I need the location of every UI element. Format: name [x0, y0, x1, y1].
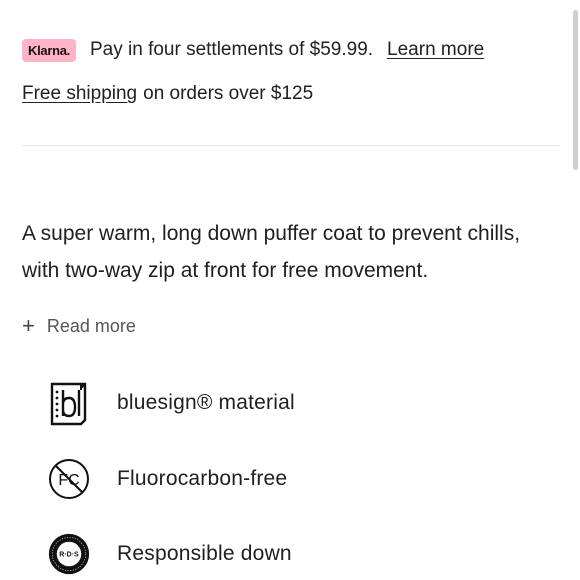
shipping-text: on orders over $125	[143, 83, 314, 104]
responsible-down-icon: R·D·S	[48, 533, 90, 575]
klarna-logo: Klarna.	[22, 38, 76, 62]
feature-label: bluesign® material	[117, 391, 295, 414]
feature-bluesign: bluesign® material	[48, 382, 295, 426]
scrollbar[interactable]	[573, 10, 578, 170]
klarna-row: Klarna. Pay in four settlements of $59.9…	[22, 36, 484, 64]
svg-text:FC: FC	[58, 472, 79, 489]
fluorocarbon-free-icon: FC	[48, 458, 90, 500]
read-more-label: Read more	[46, 315, 136, 336]
klarna-installment-text: Pay in four settlements of $59.99.	[89, 39, 374, 60]
learn-more-link[interactable]: Learn more	[387, 39, 484, 61]
divider	[22, 145, 560, 146]
feature-responsible-down: R·D·S Responsible down	[48, 533, 292, 575]
feature-label: Responsible down	[117, 542, 292, 565]
bluesign-icon	[48, 382, 90, 426]
feature-fluorocarbon-free: FC Fluorocarbon-free	[48, 458, 287, 500]
product-description: A super warm, long down puffer coat to p…	[22, 222, 521, 282]
read-more-button[interactable]: + Read more	[22, 312, 136, 340]
svg-text:R·D·S: R·D·S	[59, 552, 79, 559]
shipping-row: Free shipping on orders over $125	[22, 80, 313, 108]
feature-label: Fluorocarbon-free	[117, 467, 288, 490]
plus-icon: +	[22, 313, 35, 338]
free-shipping-link[interactable]: Free shipping	[22, 83, 137, 105]
